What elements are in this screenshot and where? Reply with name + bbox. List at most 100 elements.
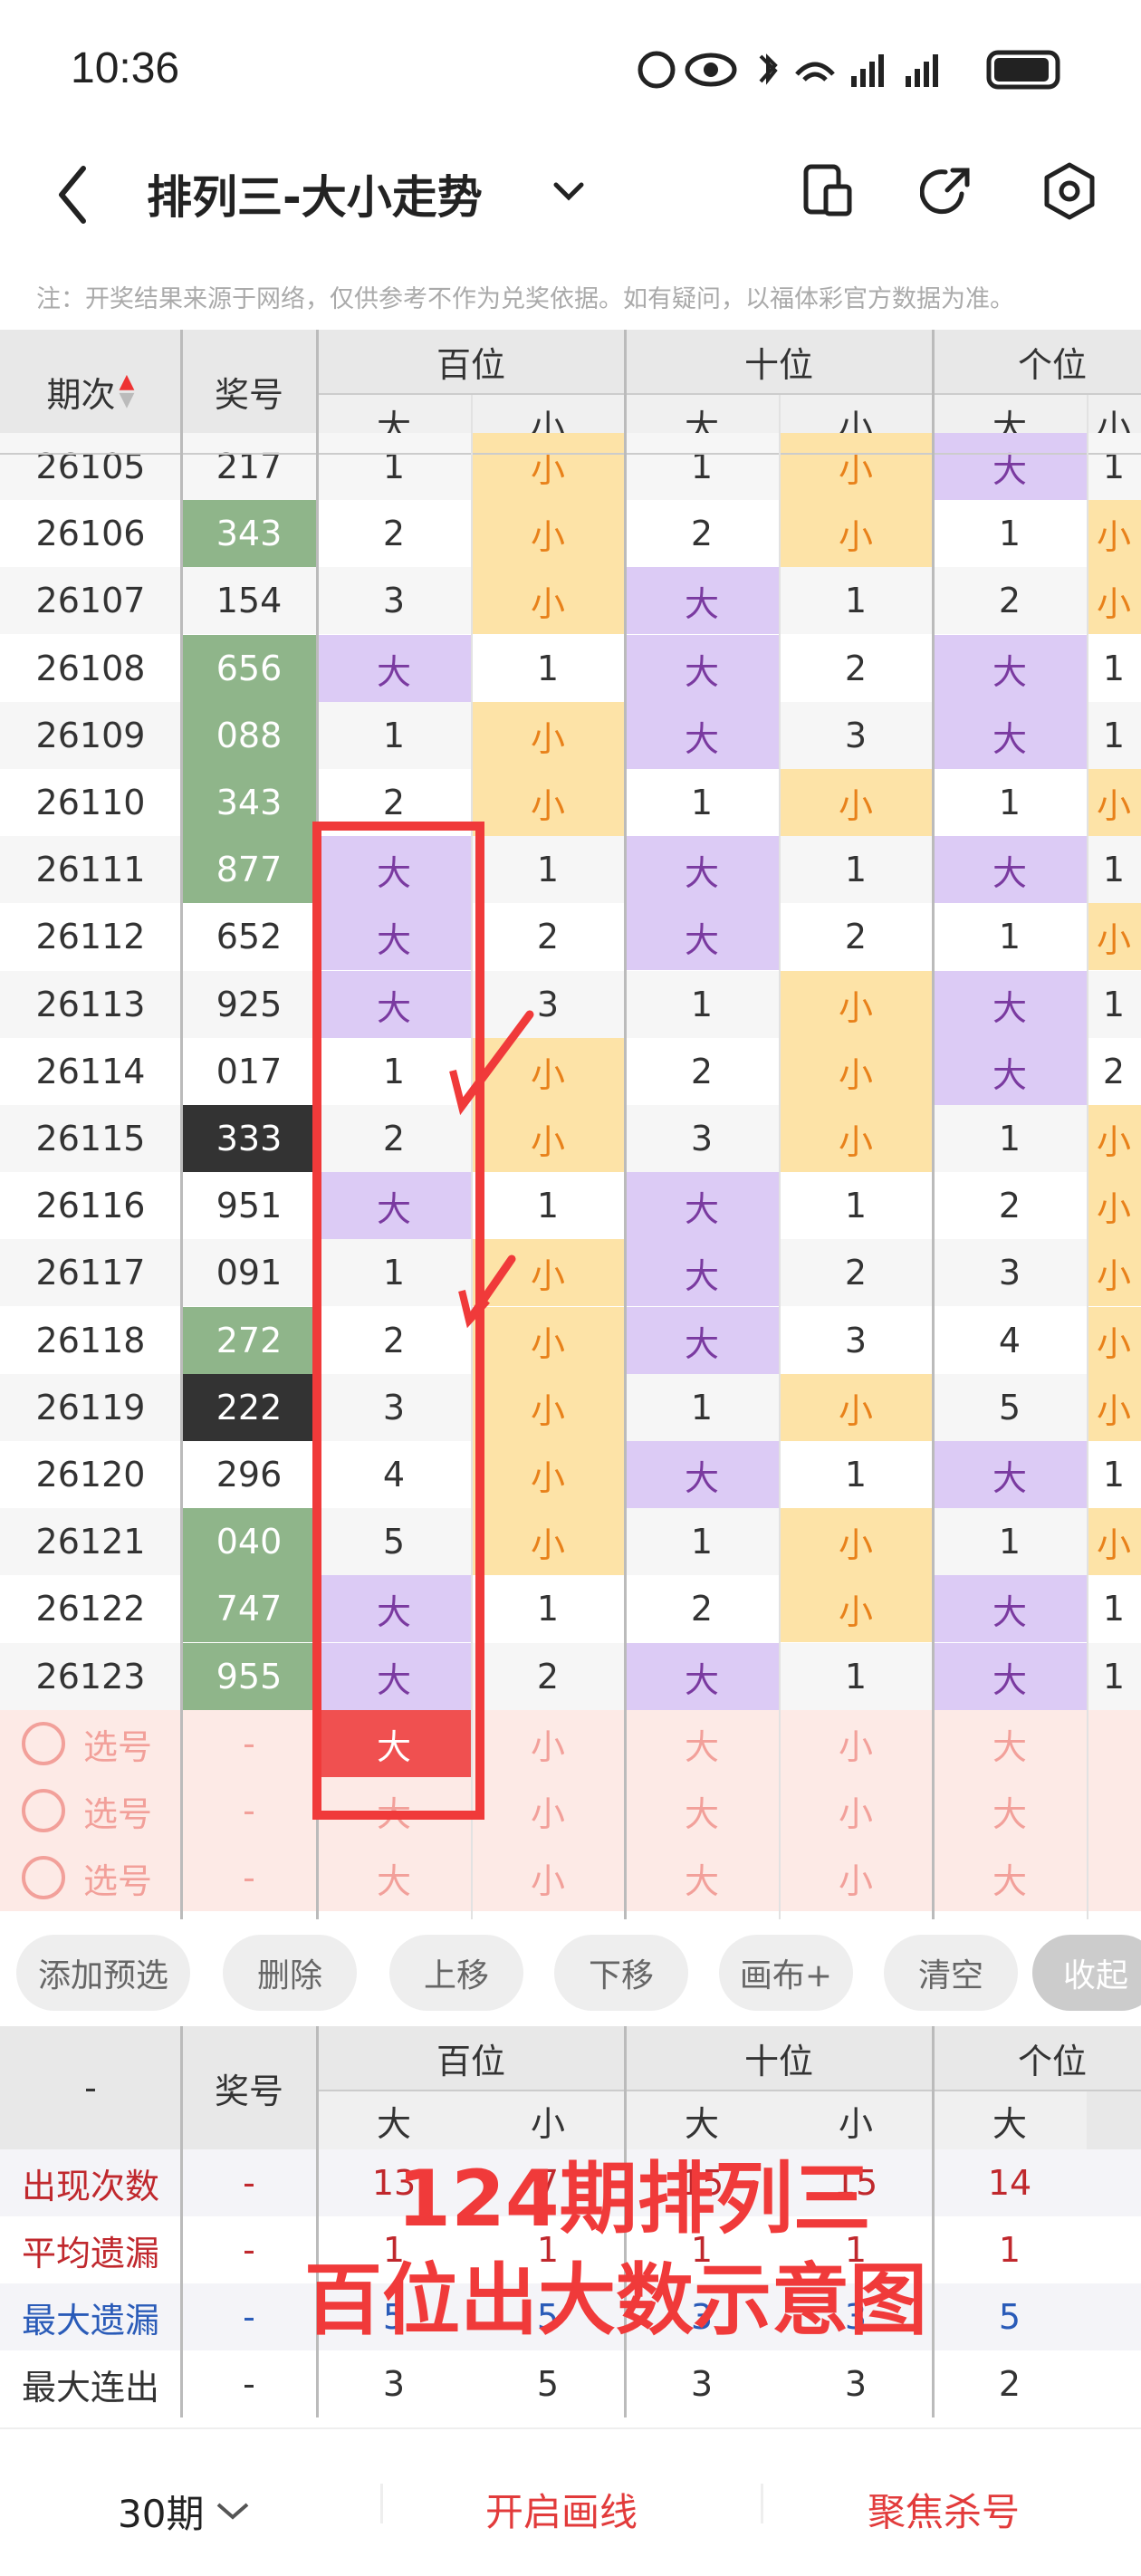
omission-cell[interactable]: 1 — [779, 1643, 933, 1710]
small-cell[interactable]: 小 — [1087, 1307, 1141, 1375]
omission-cell[interactable]: 1 — [317, 702, 471, 769]
small-cell[interactable]: 小 — [471, 1038, 625, 1106]
big-cell[interactable]: 大 — [933, 836, 1087, 904]
omission-cell[interactable]: 2 — [1087, 1038, 1141, 1105]
omission-cell[interactable]: 1 — [625, 1508, 779, 1575]
small-cell[interactable]: 小 — [471, 769, 625, 837]
pick-row-select[interactable]: 选号 — [0, 1710, 181, 1777]
pick-option-cell[interactable]: 大 — [933, 1710, 1087, 1777]
big-cell[interactable]: 大 — [317, 1643, 471, 1711]
pick-option-cell[interactable]: 小 — [779, 1710, 933, 1777]
chevron-down-icon[interactable] — [552, 179, 585, 205]
back-arrow-icon[interactable] — [54, 163, 91, 226]
small-cell[interactable]: 小 — [1087, 903, 1141, 971]
small-cell[interactable]: 小 — [1087, 1172, 1141, 1240]
omission-cell[interactable]: 3 — [317, 1374, 471, 1441]
big-cell[interactable]: 大 — [933, 1643, 1087, 1711]
small-cell[interactable]: 小 — [779, 433, 933, 501]
pick-option-cell[interactable]: 大 — [625, 1710, 779, 1777]
action-button-2[interactable]: 上移 — [389, 1935, 523, 2011]
omission-cell[interactable]: 1 — [317, 1038, 471, 1105]
small-cell[interactable]: 小 — [1087, 769, 1141, 837]
sort-icon[interactable]: ▲ ▼ — [120, 372, 135, 410]
small-cell[interactable]: 小 — [1087, 1105, 1141, 1173]
omission-cell[interactable]: 1 — [933, 769, 1087, 836]
omission-cell[interactable]: 1 — [779, 1172, 933, 1239]
omission-cell[interactable]: 1 — [933, 903, 1087, 970]
pick-option-cell[interactable]: 小 — [779, 1844, 933, 1911]
small-cell[interactable]: 小 — [471, 1508, 625, 1576]
omission-cell[interactable]: 2 — [625, 500, 779, 567]
small-cell[interactable]: 小 — [1087, 500, 1141, 568]
omission-cell[interactable]: 1 — [1087, 1643, 1141, 1710]
omission-cell[interactable]: 2 — [625, 1038, 779, 1105]
omission-cell[interactable]: 1 — [625, 971, 779, 1038]
big-cell[interactable]: 大 — [625, 903, 779, 971]
big-cell[interactable]: 大 — [933, 1441, 1087, 1509]
small-cell[interactable]: 小 — [471, 433, 625, 501]
big-cell[interactable]: 大 — [317, 836, 471, 904]
omission-cell[interactable]: 3 — [779, 1307, 933, 1374]
small-cell[interactable]: 小 — [471, 1105, 625, 1173]
omission-cell[interactable]: 2 — [933, 567, 1087, 634]
big-cell[interactable]: 大 — [317, 903, 471, 971]
pick-option-cell[interactable]: 小 — [779, 1777, 933, 1844]
omission-cell[interactable]: 2 — [471, 1643, 625, 1710]
omission-cell[interactable]: 1 — [625, 433, 779, 500]
pick-option-cell[interactable]: 大 — [625, 1777, 779, 1844]
phone-layout-icon[interactable] — [802, 163, 853, 217]
action-button-0[interactable]: 添加预选 — [16, 1935, 190, 2011]
big-cell[interactable]: 大 — [933, 1038, 1087, 1106]
action-button-6[interactable]: 收起 — [1032, 1935, 1141, 2011]
omission-cell[interactable]: 2 — [317, 1307, 471, 1374]
pick-option-cell[interactable]: 大 — [317, 1777, 471, 1844]
omission-cell[interactable]: 2 — [779, 1239, 933, 1306]
settings-icon[interactable] — [1041, 161, 1098, 221]
omission-cell[interactable]: 1 — [471, 635, 625, 702]
omission-cell[interactable]: 5 — [933, 1374, 1087, 1441]
share-icon[interactable] — [920, 163, 974, 217]
small-cell[interactable]: 小 — [1087, 567, 1141, 635]
omission-cell[interactable]: 3 — [625, 1105, 779, 1172]
omission-cell[interactable]: 1 — [625, 769, 779, 836]
omission-cell[interactable]: 2 — [317, 500, 471, 567]
omission-cell[interactable]: 1 — [1087, 1575, 1141, 1642]
small-cell[interactable]: 小 — [471, 1307, 625, 1375]
big-cell[interactable]: 大 — [933, 433, 1087, 501]
omission-cell[interactable]: 1 — [1087, 1441, 1141, 1508]
pick-option-cell[interactable]: 小 — [471, 1710, 625, 1777]
action-button-5[interactable]: 清空 — [884, 1935, 1018, 2011]
big-cell[interactable]: 大 — [933, 1575, 1087, 1643]
draw-line-button[interactable]: 开启画线 — [485, 2482, 638, 2537]
radio-circle-icon[interactable] — [22, 1789, 65, 1832]
small-cell[interactable]: 小 — [1087, 1508, 1141, 1576]
period-select[interactable]: 30期 — [118, 2484, 251, 2539]
small-cell[interactable]: 小 — [779, 769, 933, 837]
big-cell[interactable]: 大 — [625, 1643, 779, 1711]
small-cell[interactable]: 小 — [779, 971, 933, 1039]
radio-circle-icon[interactable] — [22, 1856, 65, 1899]
omission-cell[interactable]: 1 — [1087, 702, 1141, 769]
pick-option-cell[interactable]: 大 — [933, 1844, 1087, 1911]
big-cell[interactable]: 大 — [625, 1441, 779, 1509]
small-cell[interactable]: 小 — [471, 567, 625, 635]
action-button-3[interactable]: 下移 — [554, 1935, 688, 2011]
pick-row-select[interactable]: 选号 — [0, 1777, 181, 1844]
small-cell[interactable]: 小 — [779, 1105, 933, 1173]
pick-option-cell[interactable]: 大 — [933, 1777, 1087, 1844]
omission-cell[interactable]: 2 — [625, 1575, 779, 1642]
small-cell[interactable]: 小 — [471, 1441, 625, 1509]
big-cell[interactable]: 大 — [625, 567, 779, 635]
omission-cell[interactable]: 1 — [1087, 836, 1141, 903]
big-cell[interactable]: 大 — [625, 1172, 779, 1240]
omission-cell[interactable]: 1 — [625, 1374, 779, 1441]
big-cell[interactable]: 大 — [625, 635, 779, 703]
omission-cell[interactable]: 1 — [471, 836, 625, 903]
omission-cell[interactable]: 1 — [779, 836, 933, 903]
omission-cell[interactable]: 2 — [933, 1172, 1087, 1239]
omission-cell[interactable]: 1 — [1087, 971, 1141, 1038]
omission-cell[interactable]: 3 — [779, 702, 933, 769]
big-cell[interactable]: 大 — [317, 635, 471, 703]
omission-cell[interactable]: 1 — [933, 500, 1087, 567]
pick-option-cell[interactable]: 大 — [625, 1844, 779, 1911]
